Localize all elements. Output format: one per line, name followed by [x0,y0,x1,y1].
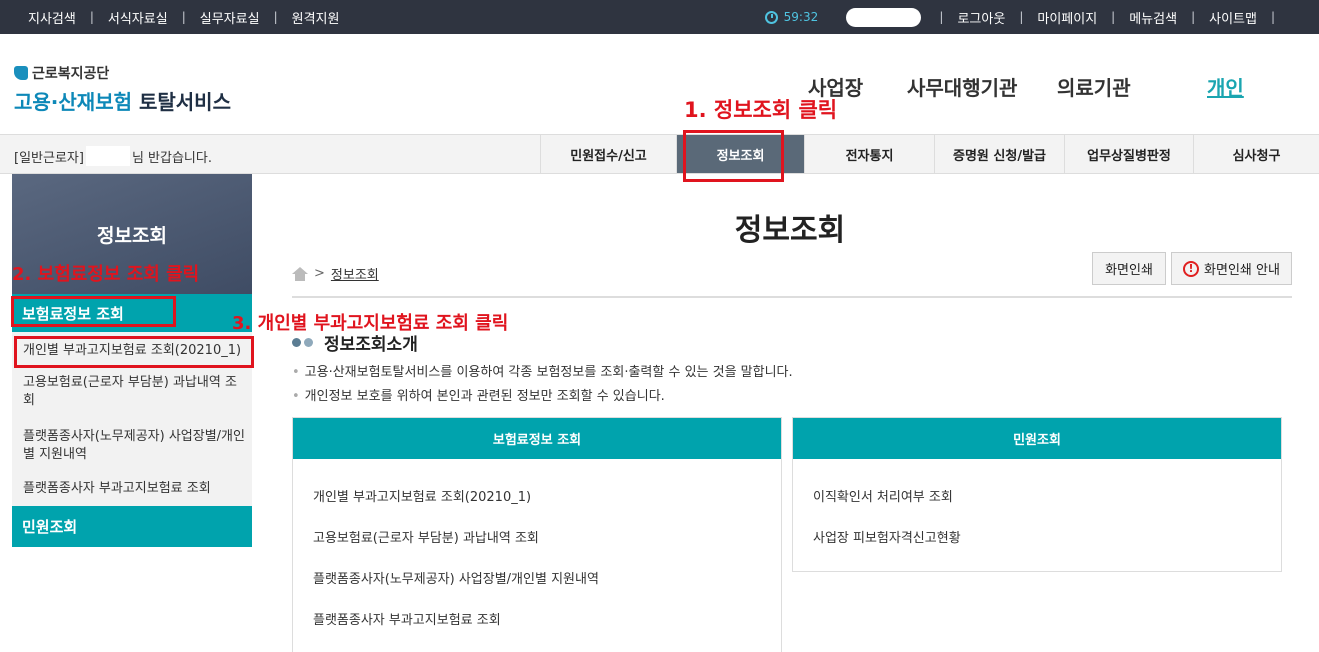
session-timer: 59:32 [764,10,819,24]
premium-info-box-title: 보험료정보 조회 [293,418,781,459]
box-link-resignation-check[interactable]: 이직확인서 처리여부 조회 [813,486,953,505]
annotation-box-step1 [683,130,784,182]
practice-library-link[interactable]: 실무자료실 [200,8,260,27]
bullet-dots-icon [292,338,316,347]
remote-support-link[interactable]: 원격지원 [292,8,340,27]
separator: | [181,10,186,24]
utility-links-right: 59:32 로그인연장 | 로그아웃 | 마이페이지 | 메뉴검색 | 사이트맵… [764,0,1289,34]
civil-inquiry-box-title: 민원조회 [793,418,1281,459]
chevron-right-icon: > [314,266,325,281]
box-link-platform-support[interactable]: 플랫폼종사자(노무제공자) 사업장별/개인별 지원내역 [313,568,599,587]
menu-civil-filing[interactable]: 민원접수/신고 [540,135,676,173]
sub-nav-bar: [일반근로자] 님 반갑습니다. 민원접수/신고 정보조회 전자통지 증명원 신… [0,134,1319,174]
page-title: 정보조회 [734,213,846,248]
menu-certificate[interactable]: 증명원 신청/발급 [934,135,1064,173]
sub-menu: 민원접수/신고 정보조회 전자통지 증명원 신청/발급 업무상질병판정 심사청구 [540,135,1319,173]
masked-user-name [85,146,130,166]
sidebar-item-civil-inquiry[interactable]: 민원조회 [12,506,252,547]
menu-review-request[interactable]: 심사청구 [1193,135,1319,173]
intro-line-1: 고용·산재보험토탈서비스를 이용하여 각종 보험정보를 조회·출력할 수 있는 … [292,361,793,380]
print-guide-label: 화면인쇄 안내 [1204,263,1280,278]
intro-line-2: 개인정보 보호를 위하여 본인과 관련된 정보만 조회할 수 있습니다. [292,385,665,404]
civil-inquiry-box: 민원조회 이직확인서 처리여부 조회 사업장 피보험자격신고현황 [792,417,1282,572]
separator: | [939,10,944,24]
mypage-link[interactable]: 마이페이지 [1037,8,1097,27]
utility-links-left: 지사검색 | 서식자료실 | 실무자료실 | 원격지원 [28,0,339,34]
box-link-insured-status[interactable]: 사업장 피보험자격신고현황 [813,527,961,546]
divider [292,296,1292,298]
print-button[interactable]: 화면인쇄 [1092,252,1166,285]
menu-e-notice[interactable]: 전자통지 [804,135,934,173]
session-timer-value: 59:32 [783,10,819,24]
exclamation-icon: ! [1183,260,1200,277]
menu-search-link[interactable]: 메뉴검색 [1129,8,1177,27]
premium-info-box: 보험료정보 조회 개인별 부과고지보험료 조회(20210_1) 고용보험료(근… [292,417,782,652]
menu-disease-judgment[interactable]: 업무상질병판정 [1064,135,1193,173]
logout-link[interactable]: 로그아웃 [957,8,1005,27]
box-link-individual-premium[interactable]: 개인별 부과고지보험료 조회(20210_1) [313,486,531,505]
box-link-platform-premium[interactable]: 플랫폼종사자 부과고지보험료 조회 [313,609,501,628]
welcome-suffix: 님 반갑습니다. [131,150,212,166]
separator: | [1270,10,1275,24]
home-icon[interactable] [292,266,308,281]
annotation-box-step2 [11,296,176,327]
sitemap-link[interactable]: 사이트맵 [1209,8,1257,27]
top-utility-bar: 지사검색 | 서식자료실 | 실무자료실 | 원격지원 59:32 로그인연장 … [0,0,1319,34]
global-nav: 사업장 사무대행기관 의료기관 개인 [0,72,1319,100]
annotation-step2: 2. 보험료정보 조회 클릭 [12,264,200,285]
sidebar-subitem-overpayment[interactable]: 고용보험료(근로자 부담분) 과납내역 조회 [23,374,245,410]
user-type: [일반근로자] [14,150,84,166]
annotation-step1: 1. 정보조회 클릭 [684,98,838,122]
separator: | [1019,10,1024,24]
branch-search-link[interactable]: 지사검색 [28,8,76,27]
gnb-individual[interactable]: 개인 [1207,72,1244,101]
annotation-step3: 3. 개인별 부과고지보험료 조회 클릭 [232,313,509,334]
welcome-message: [일반근로자] 님 반갑습니다. [14,146,212,166]
separator: | [1191,10,1196,24]
print-guide-button[interactable]: ! 화면인쇄 안내 [1171,252,1292,285]
separator: | [1111,10,1116,24]
forms-library-link[interactable]: 서식자료실 [108,8,168,27]
extend-login-button[interactable]: 로그인연장 [846,7,922,27]
clock-icon [764,10,778,24]
sidebar-subitem-platform-premium[interactable]: 플랫폼종사자 부과고지보험료 조회 [23,480,245,498]
annotation-box-step3 [14,336,254,368]
separator: | [273,10,278,24]
gnb-agency[interactable]: 사무대행기관 [907,72,1017,101]
gnb-medical[interactable]: 의료기관 [1057,72,1131,101]
box-link-overpayment[interactable]: 고용보험료(근로자 부담분) 과납내역 조회 [313,527,539,546]
breadcrumb: > 정보조회 [292,264,379,283]
breadcrumb-current[interactable]: 정보조회 [331,264,379,283]
separator: | [89,10,94,24]
sidebar-subitem-platform-support[interactable]: 플랫폼종사자(노무제공자) 사업장별/개인별 지원내역 [23,428,245,464]
